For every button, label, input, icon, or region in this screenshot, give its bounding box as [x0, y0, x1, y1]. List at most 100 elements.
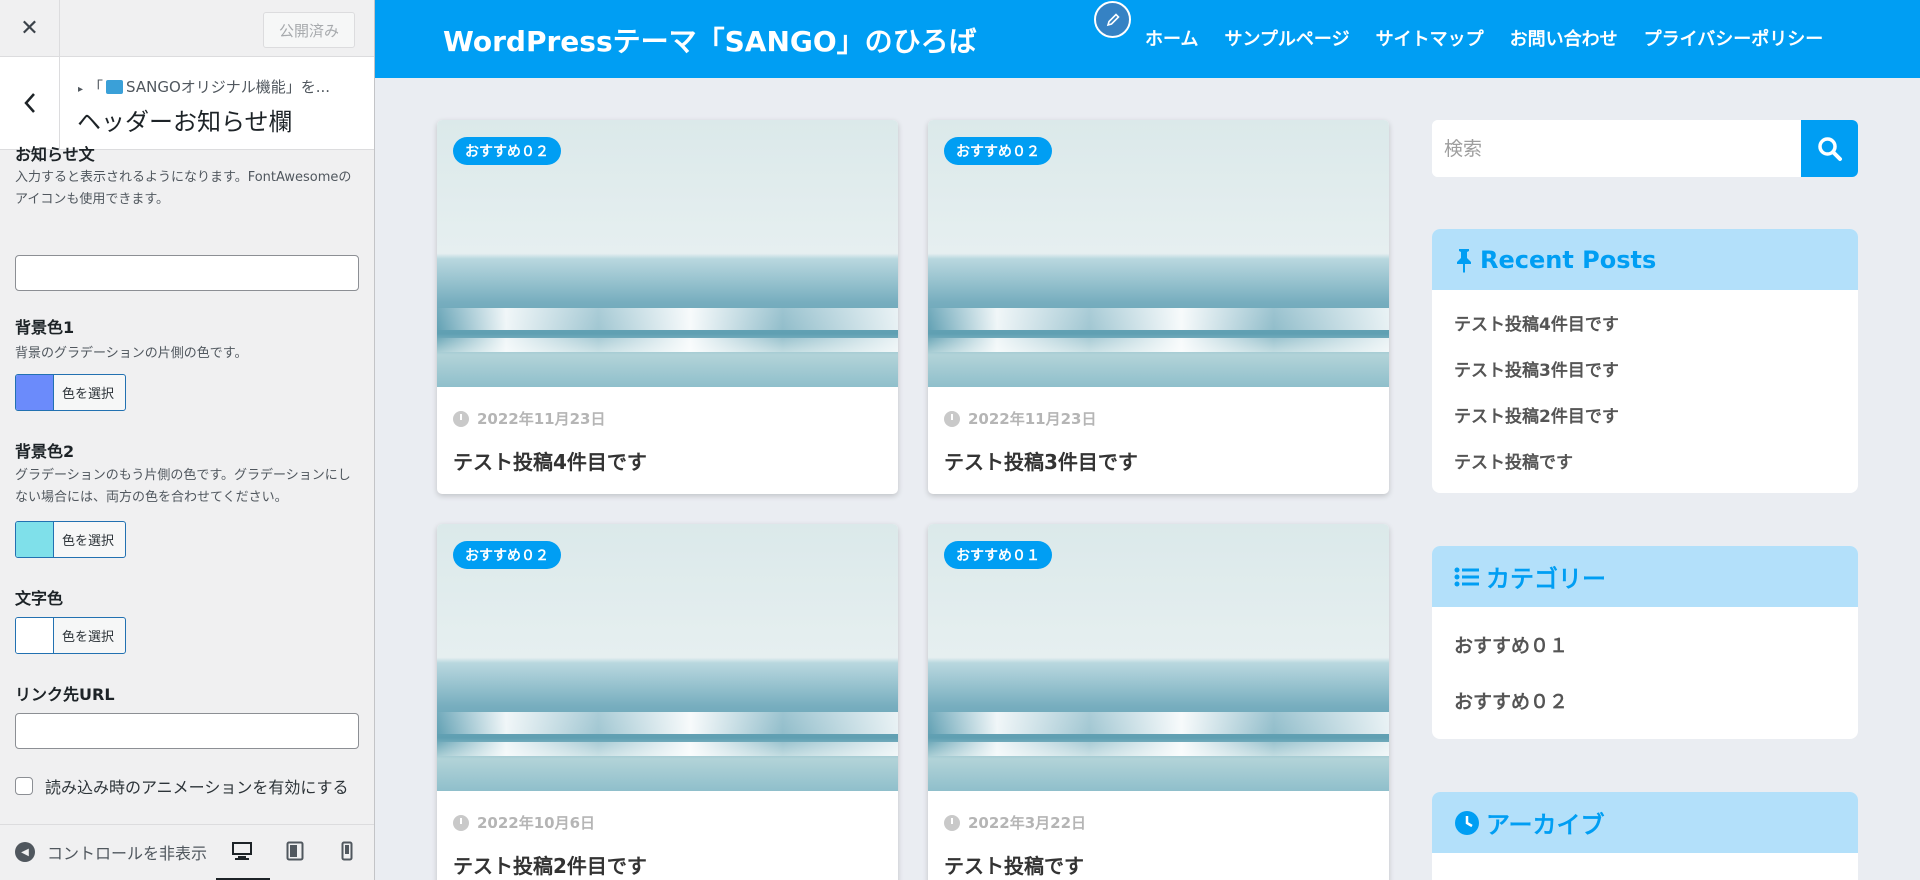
- archives-title: アーカイブ: [1486, 811, 1605, 839]
- search-icon: [1817, 136, 1842, 161]
- notice-text-title: お知らせ文: [15, 145, 95, 164]
- close-icon: ✕: [20, 15, 39, 41]
- post-card[interactable]: おすすめ０２ 2022年11月23日 テスト投稿3件目です: [928, 120, 1389, 494]
- nav-item-privacy[interactable]: プライバシーポリシー: [1644, 25, 1824, 51]
- post-date-text: 2022年3月22日: [968, 814, 1087, 832]
- animation-checkbox-row[interactable]: 読み込み時のアニメーションを有効にする: [15, 774, 349, 798]
- tablet-icon: [286, 841, 304, 861]
- post-title[interactable]: テスト投稿3件目です: [944, 446, 1138, 475]
- search-form: [1432, 120, 1858, 177]
- link-url-input[interactable]: [15, 713, 359, 749]
- category-badge[interactable]: おすすめ０２: [944, 137, 1052, 165]
- triangle-icon: ▸: [78, 84, 84, 95]
- post-date-text: 2022年11月23日: [968, 410, 1097, 428]
- site-title[interactable]: WordPressテーマ「SANGO」のひろば: [443, 20, 977, 60]
- select-color-label: 色を選択: [62, 387, 115, 402]
- site-preview: WordPressテーマ「SANGO」のひろば ホーム サンプルページ サイトマ…: [375, 0, 1920, 880]
- select-color-label: 色を選択: [62, 534, 115, 549]
- list-item[interactable]: おすすめ０１: [1454, 631, 1568, 658]
- post-date: 2022年10月6日: [453, 812, 595, 833]
- link-url-title: リンク先URL: [15, 685, 115, 704]
- pencil-icon: [1106, 12, 1120, 26]
- section-title: ヘッダーお知らせ欄: [77, 108, 293, 136]
- category-badge[interactable]: おすすめ０２: [453, 541, 561, 569]
- text-color-swatch: [16, 618, 54, 653]
- nav-item-home[interactable]: ホーム: [1145, 25, 1198, 51]
- list-item[interactable]: テスト投稿3件目です: [1454, 356, 1619, 381]
- bg-color2-select-button[interactable]: 色を選択: [15, 521, 126, 558]
- main-nav: ホーム サンプルページ サイトマップ お問い合わせ プライバシーポリシー: [1145, 25, 1823, 51]
- post-date-text: 2022年11月23日: [477, 410, 606, 428]
- back-button[interactable]: [0, 57, 60, 149]
- customizer-panel: ✕ 公開済み ▸ 「SANGOオリジナル機能」を... ヘッダーお知らせ欄 お知ら…: [0, 0, 375, 880]
- categories-header: カテゴリー: [1432, 546, 1858, 607]
- nav-item-sitemap[interactable]: サイトマップ: [1376, 25, 1484, 51]
- bg-color2-swatch: [16, 522, 54, 557]
- post-card[interactable]: おすすめ０２ 2022年11月23日 テスト投稿4件目です: [437, 120, 898, 494]
- animation-checkbox-label: 読み込み時のアニメーションを有効にする: [45, 778, 349, 797]
- post-date: 2022年11月23日: [944, 408, 1097, 429]
- post-card[interactable]: おすすめ０２ 2022年10月6日 テスト投稿2件目です: [437, 524, 898, 880]
- list-item[interactable]: テスト投稿です: [1454, 448, 1573, 473]
- category-badge[interactable]: おすすめ０２: [453, 137, 561, 165]
- list-item[interactable]: テスト投稿2件目です: [1454, 402, 1619, 427]
- recent-posts-header: Recent Posts: [1432, 229, 1858, 290]
- bg-color1-desc: 背景のグラデーションの片側の色です。: [15, 346, 248, 361]
- clock-icon: [944, 410, 960, 427]
- archives-header: アーカイブ: [1432, 792, 1858, 853]
- post-card[interactable]: おすすめ０１ 2022年3月22日 テスト投稿です: [928, 524, 1389, 880]
- collapse-arrow-icon: ◀: [15, 842, 35, 862]
- edit-shortcut-button[interactable]: [1094, 1, 1131, 38]
- section-header: ▸ 「SANGOオリジナル機能」を... ヘッダーお知らせ欄: [0, 57, 374, 150]
- list-item[interactable]: おすすめ０２: [1454, 687, 1568, 714]
- text-color-select-button[interactable]: 色を選択: [15, 617, 126, 654]
- post-date: 2022年11月23日: [453, 408, 606, 429]
- post-date-text: 2022年10月6日: [477, 814, 596, 832]
- bg-color2-title: 背景色2: [15, 442, 75, 461]
- recent-posts-widget: Recent Posts テスト投稿4件目です テスト投稿3件目です テスト投稿…: [1432, 229, 1858, 493]
- post-title[interactable]: テスト投稿です: [944, 850, 1084, 879]
- archives-widget: アーカイブ: [1432, 792, 1858, 880]
- bg-color1-select-button[interactable]: 色を選択: [15, 374, 126, 411]
- search-button[interactable]: [1801, 120, 1858, 177]
- bg-color1-swatch: [16, 375, 54, 410]
- text-color-title: 文字色: [15, 589, 64, 608]
- book-icon: [106, 80, 124, 94]
- publish-button[interactable]: 公開済み: [263, 12, 355, 48]
- notice-text-input[interactable]: [15, 255, 359, 291]
- clock-icon: [453, 814, 469, 831]
- notice-text-desc: 入力すると表示されるようになります。FontAwesomeのアイコンも使用できま…: [15, 170, 352, 207]
- post-title[interactable]: テスト投稿4件目です: [453, 446, 647, 475]
- select-color-label: 色を選択: [62, 630, 115, 645]
- site-header: WordPressテーマ「SANGO」のひろば ホーム サンプルページ サイトマ…: [375, 0, 1920, 78]
- breadcrumb: ▸ 「SANGOオリジナル機能」を...: [78, 78, 331, 96]
- categories-widget: カテゴリー おすすめ０１ おすすめ０２: [1432, 546, 1858, 739]
- list-icon: [1454, 567, 1479, 586]
- close-customizer-button[interactable]: ✕: [0, 0, 60, 56]
- pin-icon: [1457, 248, 1471, 273]
- recent-posts-title: Recent Posts: [1480, 245, 1657, 274]
- collapse-controls-button[interactable]: ◀ コントロールを非表示: [15, 840, 207, 864]
- bg-color1-title: 背景色1: [15, 318, 75, 337]
- chevron-left-icon: [23, 93, 35, 113]
- desktop-icon: [232, 842, 252, 860]
- clock-icon: [944, 814, 960, 831]
- post-title[interactable]: テスト投稿2件目です: [453, 850, 647, 879]
- bg-color2-desc: グラデーションのもう片側の色です。グラデーションにしない場合には、両方の色を合わ…: [15, 468, 351, 505]
- post-date: 2022年3月22日: [944, 812, 1086, 833]
- search-input[interactable]: [1432, 120, 1801, 177]
- list-item[interactable]: テスト投稿4件目です: [1454, 310, 1619, 335]
- nav-item-sample-page[interactable]: サンプルページ: [1224, 25, 1349, 51]
- categories-title: カテゴリー: [1486, 565, 1606, 593]
- clock-icon: [1455, 810, 1479, 835]
- panel-footer: ◀ コントロールを非表示: [0, 824, 374, 880]
- breadcrumb-text: SANGOオリジナル機能」を...: [126, 78, 331, 96]
- clock-icon: [453, 410, 469, 427]
- mobile-icon: [341, 841, 353, 861]
- preview-desktop-button[interactable]: [230, 839, 254, 863]
- animation-checkbox[interactable]: [15, 777, 33, 795]
- category-badge[interactable]: おすすめ０１: [944, 541, 1052, 569]
- preview-mobile-button[interactable]: [335, 839, 359, 863]
- nav-item-contact[interactable]: お問い合わせ: [1510, 25, 1618, 51]
- preview-tablet-button[interactable]: [283, 839, 307, 863]
